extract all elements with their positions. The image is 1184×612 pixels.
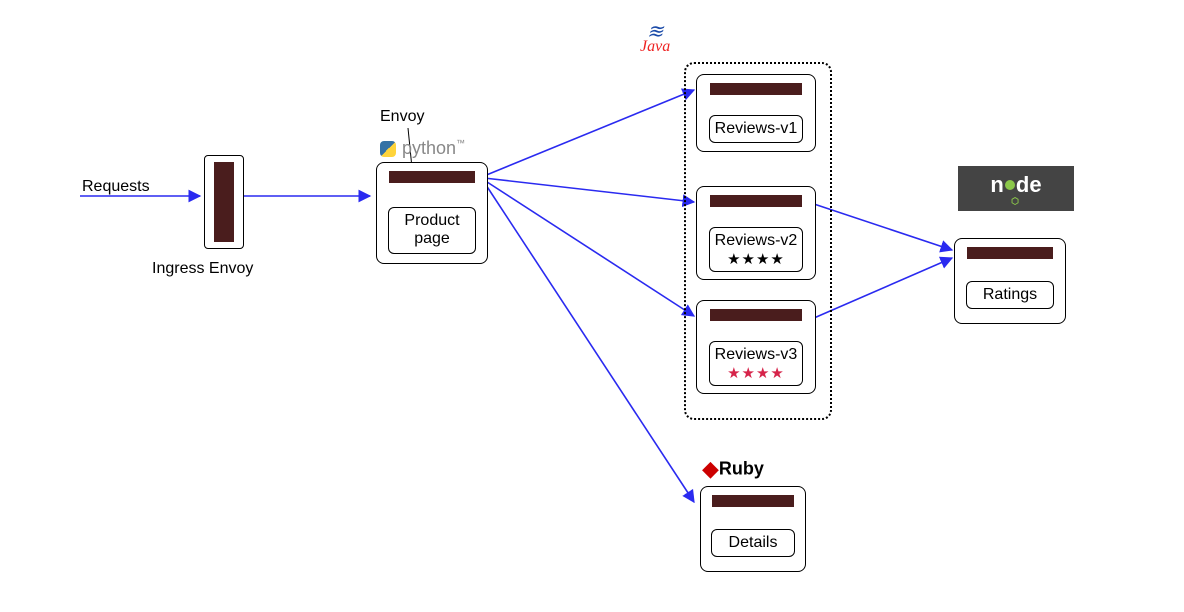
stars-red-icon: ★★★★ xyxy=(712,366,800,381)
reviews-v2-label: Reviews-v2 xyxy=(712,232,800,250)
envoy-bar xyxy=(712,495,793,507)
envoy-bar xyxy=(967,247,1053,259)
product-page-service: Product page xyxy=(388,207,476,254)
reviews-v2-pod: Reviews-v2 ★★★★ xyxy=(696,186,816,280)
details-service: Details xyxy=(711,529,794,557)
details-pod: Details xyxy=(700,486,806,572)
reviews-v1-pod: Reviews-v1 xyxy=(696,74,816,152)
ratings-service: Ratings xyxy=(966,281,1054,309)
product-page-pod: Product page xyxy=(376,162,488,264)
reviews-v3-service: Reviews-v3 ★★★★ xyxy=(709,341,803,386)
requests-label: Requests xyxy=(82,178,150,196)
ratings-pod: Ratings xyxy=(954,238,1066,324)
reviews-v1-service: Reviews-v1 xyxy=(709,115,803,143)
stars-black-icon: ★★★★ xyxy=(712,252,800,267)
envoy-bar xyxy=(710,83,802,95)
reviews-v3-label: Reviews-v3 xyxy=(712,346,800,364)
envoy-bar xyxy=(710,195,802,207)
java-icon: ≋ Java xyxy=(640,26,670,56)
ingress-envoy-pod xyxy=(204,155,244,249)
ingress-envoy-label: Ingress Envoy xyxy=(152,260,253,278)
envoy-bar xyxy=(389,171,475,183)
nodejs-icon: nde ⬡ xyxy=(958,166,1074,211)
ruby-icon: ◆Ruby xyxy=(702,456,764,482)
python-icon: python™ xyxy=(380,138,465,159)
envoy-label: Envoy xyxy=(380,108,424,126)
reviews-v3-pod: Reviews-v3 ★★★★ xyxy=(696,300,816,394)
reviews-v2-service: Reviews-v2 ★★★★ xyxy=(709,227,803,272)
diagram-stage: Requests Ingress Envoy Envoy python™ Pro… xyxy=(0,0,1184,612)
envoy-bar xyxy=(710,309,802,321)
ingress-envoy-bar xyxy=(214,162,234,242)
